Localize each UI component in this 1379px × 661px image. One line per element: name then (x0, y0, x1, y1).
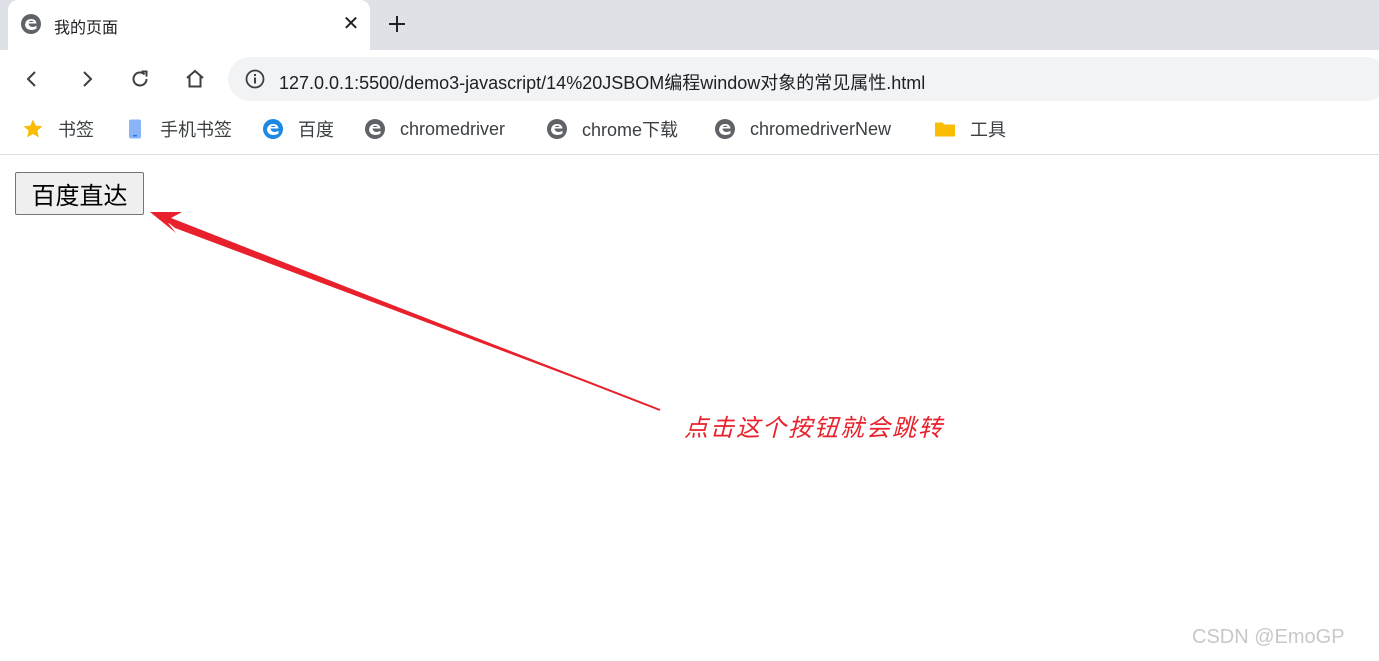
tab-active[interactable]: 我的页面 ✕ (8, 0, 370, 50)
bookmark-label: 百度 (298, 120, 334, 140)
edge-icon (364, 118, 386, 140)
close-icon[interactable]: ✕ (340, 12, 362, 35)
edge-icon (262, 118, 284, 140)
baidu-direct-button[interactable]: 百度直达 (15, 172, 144, 215)
reload-button[interactable] (125, 64, 155, 94)
reload-icon (132, 70, 148, 87)
back-button[interactable] (17, 64, 47, 94)
bookmark-label: 书签 (58, 120, 94, 140)
forward-button[interactable] (72, 64, 102, 94)
bookmark-item-mobile[interactable]: 手机书签 (124, 117, 232, 141)
bookmark-item-bookmarks[interactable]: 书签 (22, 117, 94, 141)
phone-icon (124, 118, 146, 140)
address-bar[interactable]: 127.0.0.1:5500/demo3-javascript/14%20JSB… (228, 57, 1379, 101)
bookmark-item-baidu[interactable]: 百度 (262, 117, 334, 141)
tab-strip: 我的页面 ✕ (0, 0, 1379, 50)
home-icon (186, 69, 204, 88)
bookmark-label: chromedriverNew (750, 118, 892, 139)
bookmark-item-chromedriver[interactable]: chromedriver (364, 117, 505, 141)
bookmark-label: chrome下载 (582, 120, 679, 140)
bookmark-label: 手机书签 (160, 120, 232, 140)
bookmark-item-tools[interactable]: 工具 (934, 117, 1006, 141)
plus-icon (389, 16, 405, 32)
new-tab-button[interactable] (384, 11, 410, 37)
bookmark-item-chromedriver-new[interactable]: chromedriverNew (714, 117, 891, 141)
edge-icon (546, 118, 568, 140)
forward-icon (83, 71, 93, 87)
star-icon (22, 118, 44, 140)
annotation-text: 点击这个按钮就会跳转 (684, 414, 944, 442)
watermark: CSDN @EmoGP (1192, 626, 1345, 648)
back-icon (26, 71, 36, 87)
bookmark-label: 工具 (970, 120, 1006, 140)
bookmark-label: chromedriver (400, 118, 506, 139)
info-icon[interactable] (244, 68, 266, 90)
edge-icon (20, 13, 42, 35)
browser-toolbar: 127.0.0.1:5500/demo3-javascript/14%20JSB… (0, 50, 1379, 107)
edge-icon (714, 118, 736, 140)
url-text[interactable]: 127.0.0.1:5500/demo3-javascript/14%20JSB… (279, 69, 925, 95)
bookmark-item-chrome-download[interactable]: chrome下载 (546, 117, 678, 141)
home-button[interactable] (180, 64, 210, 94)
folder-icon (934, 118, 956, 140)
tab-title: 我的页面 (54, 20, 119, 37)
bookmarks-bar: 书签 手机书签 百度 chromedriver chrome下载 chromed… (0, 107, 1379, 155)
